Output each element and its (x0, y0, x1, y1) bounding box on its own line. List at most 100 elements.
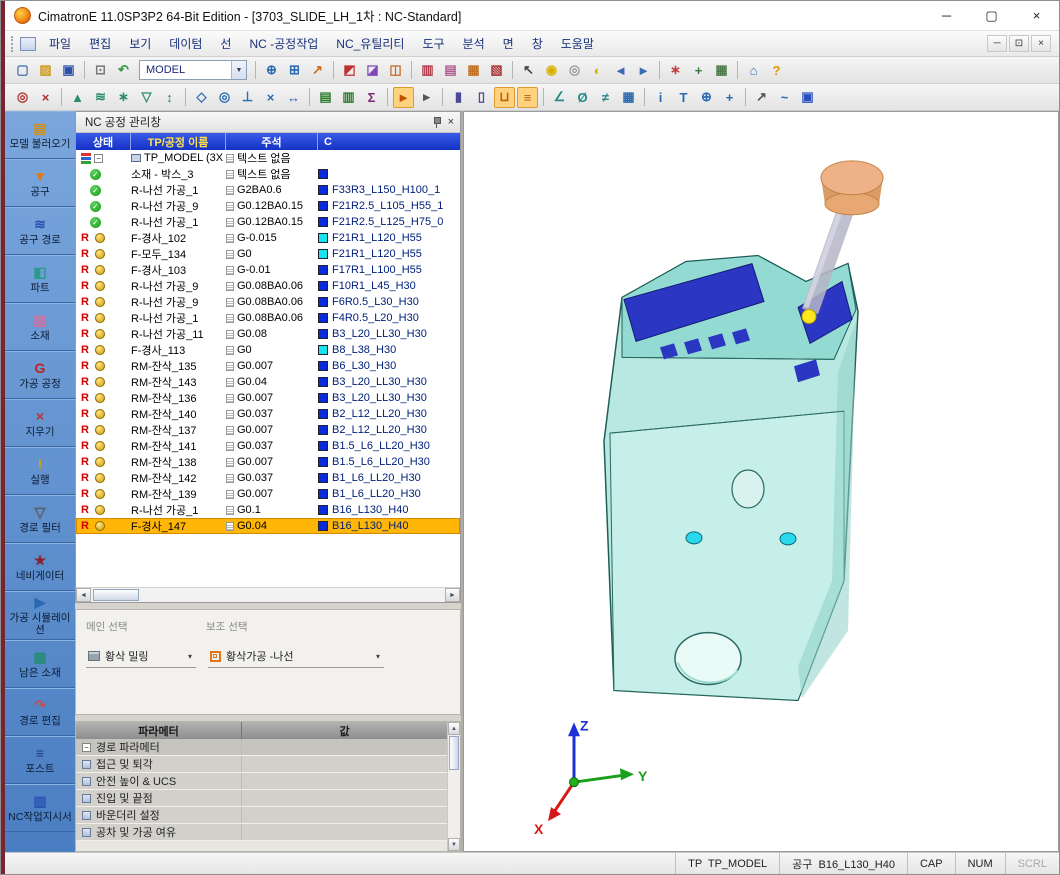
curve-icon[interactable]: ~ (774, 87, 795, 108)
prev-view-icon[interactable]: ◄ (610, 60, 631, 81)
datum-points-icon[interactable]: ∗ (665, 60, 686, 81)
menu-item-2[interactable]: 편집 (80, 31, 120, 56)
menu-item-3[interactable]: 보기 (120, 31, 160, 56)
table-row[interactable]: R R-나선 가공_9 G0.08BA0.06 F6R0.5_L30_H30 (76, 294, 460, 310)
sidebar-item-nc-process[interactable]: G 가공 공정 (5, 351, 75, 399)
param-row[interactable]: 공차 및 가공 여유 (76, 824, 447, 841)
table-row[interactable]: ✓ R-나선 가공_9 G0.12BA0.15 F21R2.5_L105_H55_1 (76, 198, 460, 214)
sidebar-item-tool[interactable]: ▼ 공구 (5, 159, 75, 207)
info-icon[interactable]: i (650, 87, 671, 108)
column-header-2[interactable]: TP/공정 이름 (131, 133, 226, 150)
offset-icon[interactable]: ◎ (214, 87, 235, 108)
add-points-icon[interactable]: ∗ (113, 87, 134, 108)
undo-icon[interactable]: ↶ (113, 60, 134, 81)
aux-select-dropdown[interactable]: 황삭가공 -나선 ▾ (208, 646, 384, 668)
table-row[interactable]: R F-경사_102 G-0.015 F21R1_L120_H55 (76, 230, 460, 246)
table-row[interactable]: ✓ 소재 - 박스_3 텍스트 없음 (76, 166, 460, 182)
menu-item-10[interactable]: 면 (494, 31, 523, 56)
scroll-thumb[interactable] (449, 736, 459, 770)
chevron-down-icon[interactable]: ▼ (231, 61, 246, 79)
tree-collapse-icon[interactable]: − (94, 153, 103, 163)
calculate-icon[interactable]: Σ (361, 87, 382, 108)
grid-icon[interactable]: ▦ (711, 60, 732, 81)
table-row[interactable]: ✓ R-나선 가공_1 G2BA0.6 F33R3_L150_H100_1 (76, 182, 460, 198)
section-view-icon[interactable]: ▤ (440, 60, 461, 81)
render-icon[interactable]: ▧ (486, 60, 507, 81)
save-icon[interactable]: ▣ (58, 60, 79, 81)
print-icon[interactable]: ⊡ (90, 60, 111, 81)
menu-item-11[interactable]: 창 (523, 31, 552, 56)
main-select-dropdown[interactable]: 황삭 밀링 ▾ (86, 646, 196, 668)
scroll-up-icon[interactable]: ▲ (448, 722, 460, 735)
3d-viewport[interactable]: Z Y X (463, 111, 1059, 852)
table-row[interactable]: R F-경사_147 G0.04 B16_L130_H40 (76, 518, 460, 534)
wireframe-icon[interactable]: ◫ (385, 60, 406, 81)
close-button[interactable]: × (1014, 1, 1059, 30)
tree-collapse-icon[interactable]: − (82, 742, 91, 752)
sidebar-item-path-edit[interactable]: ↷ 경로 편집 (5, 688, 75, 736)
menu-grip[interactable] (11, 35, 16, 52)
menu-item-7[interactable]: NC_유틸리티 (327, 31, 413, 56)
param-value-cell[interactable] (242, 756, 447, 772)
display-mode-icon[interactable]: ▥ (417, 60, 438, 81)
param-value-cell[interactable] (242, 824, 447, 840)
sidebar-item-simulation[interactable]: ▶ 가공 시뮬레이션 (5, 591, 75, 640)
pin-icon[interactable] (431, 116, 442, 128)
table-row[interactable]: R RM-잔삭_138 G0.007 B1.5_L6_LL20_H30 (76, 454, 460, 470)
light-partial-icon[interactable]: ◐ (587, 60, 608, 81)
trim-icon[interactable]: × (260, 87, 281, 108)
zoom-dynamic-icon[interactable]: ↗ (307, 60, 328, 81)
model-combobox[interactable]: MODEL ▼ (139, 60, 247, 80)
mdi-restore-button[interactable]: ⊡ (1009, 35, 1029, 52)
viewport-canvas[interactable]: Z Y X (464, 112, 1058, 851)
simulate-icon[interactable]: ► (393, 86, 414, 108)
column-header-3[interactable]: 주석 (226, 133, 318, 150)
zoom-fit-icon[interactable]: ⊕ (261, 60, 282, 81)
step-icon[interactable]: ▸ (416, 87, 437, 108)
holder-icon[interactable]: ▮ (448, 87, 469, 108)
column-header-1[interactable]: 상태 (76, 133, 131, 150)
open-file-icon[interactable]: ▨ (35, 60, 56, 81)
param-row[interactable]: 접근 및 퇴각 (76, 756, 447, 773)
value-column-header[interactable]: 값 (242, 722, 447, 739)
table-row[interactable]: R R-나선 가공_1 G0.08BA0.06 F4R0.5_L20_H30 (76, 310, 460, 326)
help-icon[interactable]: ? (766, 60, 787, 81)
scroll-right-icon[interactable]: ► (445, 588, 460, 602)
scroll-down-icon[interactable]: ▼ (448, 838, 460, 851)
param-row[interactable]: 안전 높이 & UCS (76, 773, 447, 790)
pick-arrow-icon[interactable]: ↖ (518, 60, 539, 81)
table-row[interactable]: ✓ R-나선 가공_1 G0.12BA0.15 F21R2.5_L125_H75_0 (76, 214, 460, 230)
new-toolpath-icon[interactable]: ▤ (315, 87, 336, 108)
edit-sketch-icon[interactable]: ↗ (751, 87, 772, 108)
param-row[interactable]: 진입 및 끝점 (76, 790, 447, 807)
sketcher-icon[interactable]: ◩ (339, 60, 360, 81)
boundary-icon[interactable]: ◇ (191, 87, 212, 108)
measure-icon[interactable]: Ø (572, 87, 593, 108)
light-on-icon[interactable]: ◉ (541, 60, 562, 81)
horizontal-scrollbar[interactable]: ◄ ► (76, 587, 460, 602)
sidebar-item-navigator[interactable]: ★ 네비게이터 (5, 543, 75, 591)
sidebar-item-part[interactable]: ◧ 파트 (5, 255, 75, 303)
menu-item-5[interactable]: 선 (211, 31, 240, 56)
table-row[interactable]: R RM-잔삭_139 G0.007 B1_L6_LL20_H30 (76, 486, 460, 502)
add-faces-icon[interactable]: ▲ (67, 87, 88, 108)
select-all-icon[interactable]: ◎ (12, 87, 33, 108)
flip-normal-icon[interactable]: ↕ (159, 87, 180, 108)
param-column-header[interactable]: 파라메터 (76, 722, 242, 739)
menu-item-9[interactable]: 분석 (454, 31, 494, 56)
sidebar-item-post[interactable]: ≡ 포스트 (5, 736, 75, 784)
param-row[interactable]: − 경로 파라메터 (76, 739, 447, 756)
table-row[interactable]: R R-나선 가공_9 G0.08BA0.06 F10R1_L45_H30 (76, 278, 460, 294)
machine-sim-icon[interactable]: ⊔ (494, 86, 515, 108)
show-tool-icon[interactable]: ▯ (471, 87, 492, 108)
sidebar-item-path-filter[interactable]: ▽ 경로 필터 (5, 495, 75, 543)
param-value-cell[interactable] (242, 739, 447, 755)
project-icon[interactable]: ⊥ (237, 87, 258, 108)
table-row[interactable]: R R-나선 가공_1 G0.1 B16_L130_H40 (76, 502, 460, 518)
titlebar[interactable]: CimatronE 11.0SP3P2 64-Bit Edition - [37… (5, 1, 1059, 31)
menu-item-6[interactable]: NC -공정작업 (240, 31, 327, 56)
vertical-scrollbar[interactable]: ▲ ▼ (447, 722, 460, 851)
table-row[interactable]: − TP_MODEL (3X 텍스트 없음 (76, 150, 460, 166)
panel-titlebar[interactable]: NC 공정 관리창 × (76, 112, 460, 133)
gcode-icon[interactable]: ≡ (517, 86, 538, 108)
